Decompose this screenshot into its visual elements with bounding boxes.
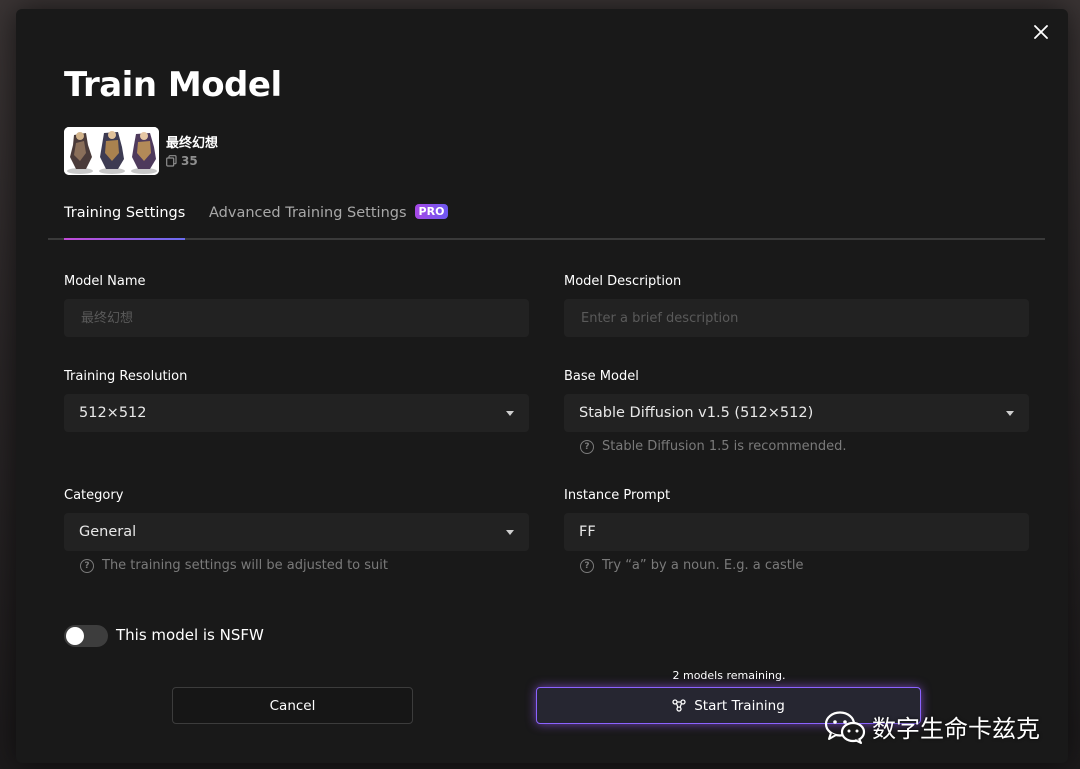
chevron-down-icon [1006, 410, 1014, 416]
training-resolution-select[interactable]: 512×512 [64, 394, 529, 432]
base-model-hint: ? Stable Diffusion 1.5 is recommended. [580, 439, 847, 454]
tab-advanced-training-settings-label: Advanced Training Settings [209, 205, 407, 221]
nsfw-toggle[interactable] [64, 625, 108, 647]
dataset-image-count: 35 [166, 154, 198, 168]
model-description-input[interactable] [579, 309, 1014, 327]
cancel-button[interactable]: Cancel [172, 687, 413, 724]
instance-prompt-hint: ? Try “a” by a noun. E.g. a castle [580, 558, 803, 573]
watermark: 数字生命卡兹克 [824, 709, 1040, 744]
question-icon: ? [580, 558, 594, 573]
nsfw-toggle-label: This model is NSFW [116, 626, 264, 644]
tab-training-settings[interactable]: Training Settings [64, 205, 186, 240]
dataset-thumbnail [64, 127, 159, 175]
category-hint: ? The training settings will be adjusted… [80, 558, 388, 573]
wechat-icon [824, 710, 866, 744]
chevron-down-icon [506, 410, 514, 416]
settings-tabs: Training Settings Advanced Training Sett… [48, 204, 1045, 240]
training-resolution-label: Training Resolution [64, 369, 188, 384]
base-model-label: Base Model [564, 369, 639, 384]
start-training-label: Start Training [694, 697, 785, 714]
active-tab-indicator [64, 238, 186, 240]
model-name-field-wrap [64, 299, 529, 337]
training-icon [672, 699, 686, 712]
dataset-name: 最终幻想 [166, 136, 219, 151]
tab-training-settings-label: Training Settings [64, 205, 186, 221]
watermark-text: 数字生命卡兹克 [872, 715, 1040, 743]
training-resolution-value: 512×512 [79, 405, 147, 421]
base-model-select[interactable]: Stable Diffusion v1.5 (512×512) [564, 394, 1029, 432]
instance-prompt-value[interactable]: FF [579, 524, 1014, 540]
cancel-button-label: Cancel [269, 697, 316, 714]
chevron-down-icon [506, 529, 514, 535]
tab-advanced-training-settings[interactable]: Advanced Training Settings PRO [209, 204, 449, 238]
dataset-count-value: 35 [181, 154, 198, 168]
category-value: General [79, 524, 137, 540]
train-model-dialog: Train Model 最终幻想 35 Training Settings Ad… [16, 9, 1068, 763]
base-model-value: Stable Diffusion v1.5 (512×512) [579, 405, 814, 421]
model-name-input[interactable] [79, 309, 514, 327]
category-label: Category [64, 488, 124, 503]
model-description-label: Model Description [564, 274, 682, 289]
category-select[interactable]: General [64, 513, 529, 551]
close-button[interactable] [1030, 21, 1052, 43]
instance-prompt-field-wrap[interactable]: FF [564, 513, 1029, 551]
question-icon: ? [80, 558, 94, 573]
instance-prompt-label: Instance Prompt [564, 488, 671, 503]
toggle-knob [66, 627, 84, 645]
close-icon[interactable] [1034, 25, 1048, 39]
copy-icon [166, 155, 177, 167]
instance-prompt-hint-text: Try “a” by a noun. E.g. a castle [602, 558, 804, 573]
model-description-field-wrap [564, 299, 1029, 337]
question-icon: ? [580, 439, 594, 454]
category-hint-text: The training settings will be adjusted t… [102, 558, 388, 573]
pro-badge: PRO [414, 204, 449, 219]
dialog-title: Train Model [64, 65, 282, 105]
models-remaining-text: 2 models remaining. [672, 669, 786, 682]
model-name-label: Model Name [64, 274, 146, 289]
base-model-hint-text: Stable Diffusion 1.5 is recommended. [602, 439, 847, 454]
